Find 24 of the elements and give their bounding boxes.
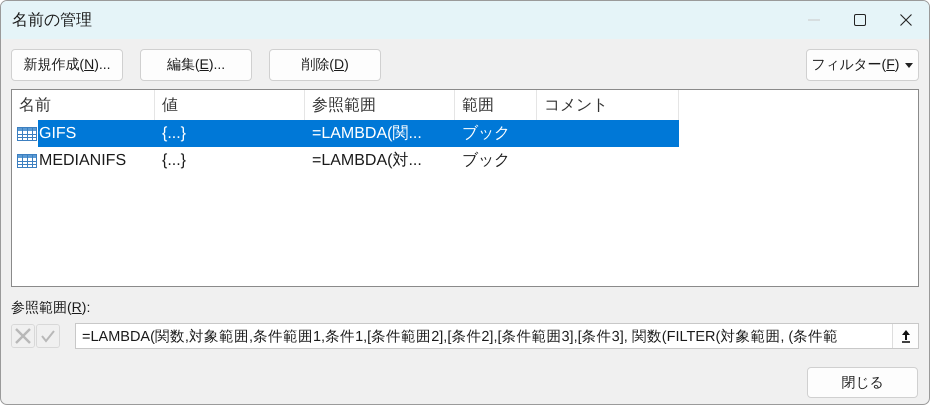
table-cell-text: {...} bbox=[161, 150, 188, 170]
upload-arrow-icon bbox=[900, 329, 910, 343]
name-cell[interactable]: MEDIANIFS bbox=[38, 147, 155, 174]
table-icon bbox=[17, 154, 37, 168]
table-icon bbox=[17, 126, 37, 140]
table-cell: =LAMBDA(関... bbox=[305, 120, 455, 147]
table-cell: ブック bbox=[455, 120, 537, 147]
cross-icon bbox=[15, 328, 31, 344]
reference-field[interactable]: =LAMBDA(関数,対象範囲,条件範囲1,条件1,[条件範囲2],[条件2],[条件範囲3],[条件3], 関数(FILTER(対象範囲, (条件範 bbox=[75, 323, 919, 349]
close-icon[interactable] bbox=[900, 14, 912, 26]
delete-button[interactable]: 削除(D) bbox=[269, 49, 381, 81]
table-cell-text: ブック bbox=[461, 150, 511, 171]
filter-button[interactable]: フィルター(F) bbox=[806, 49, 919, 81]
check-icon bbox=[40, 328, 56, 344]
close-button[interactable]: 閉じる bbox=[807, 367, 918, 398]
field-label: 参照範囲(R): bbox=[11, 299, 92, 317]
table-cell-text: =LAMBDA(対... bbox=[311, 150, 423, 171]
maximize-icon[interactable] bbox=[854, 14, 866, 26]
edit-button[interactable]: 編集(E)... bbox=[140, 49, 252, 81]
new-button[interactable]: 新規作成(N)... bbox=[11, 49, 123, 81]
window-title: 名前の管理 bbox=[11, 10, 93, 30]
name-cell[interactable]: GIFS bbox=[38, 120, 155, 147]
table-cell: {...} bbox=[155, 120, 305, 147]
caret-icon bbox=[905, 62, 914, 68]
